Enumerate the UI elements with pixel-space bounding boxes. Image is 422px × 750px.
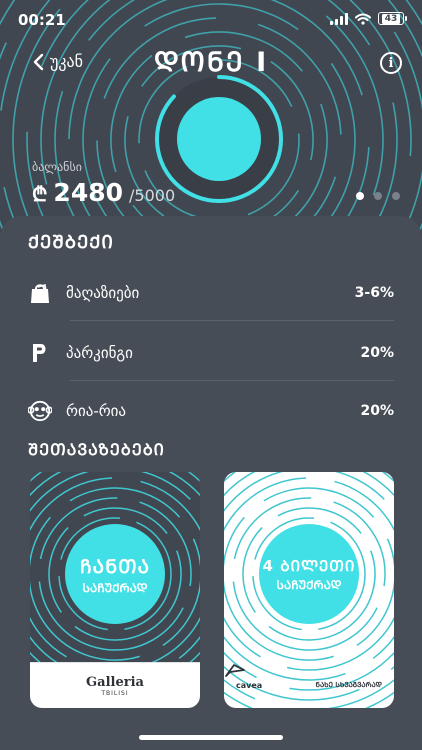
galleria-logo: Galleria TBILISI [86,675,144,697]
level-indicator-circle [177,97,261,181]
parking-icon [28,341,52,365]
offer-subtitle: ᲡᲐᲩᲣᲥᲠᲐᲓ [276,577,342,592]
cavea-tagline: ᲜᲐᲮᲔ ᲡᲮᲕᲐᲒᲕᲐᲠᲐᲓ [315,681,382,689]
cashback-row-ria-ria[interactable]: რია-რია 20% [28,382,394,440]
wifi-icon [355,13,371,25]
offer-subtitle: ᲡᲐᲩᲣᲥᲠᲐᲓ [82,580,148,595]
offer-title: 4 ᲑᲘᲚᲔᲗᲘ [262,556,356,575]
cashback-label: რია-რია [66,402,127,420]
balance-amount: 2480 [53,178,124,207]
offer-title: ᲩᲐᲜᲗᲐ [79,555,151,578]
header: 00:21 43 უკან ᲓᲝᲜᲔ I i ბალანსი ₾ 2480 /5… [0,0,422,230]
offer-card-cavea[interactable]: 4 ᲑᲘᲚᲔᲗᲘ ᲡᲐᲩᲣᲥᲠᲐᲓ cavea ᲜᲐᲮᲔ ᲡᲮᲕᲐᲒᲕᲐᲠᲐᲓ [224,472,394,708]
page-dot[interactable] [356,192,364,200]
home-indicator [139,735,283,740]
info-icon[interactable]: i [380,52,402,74]
cashback-row-shops[interactable]: მაღაზიები 3-6% [28,264,394,322]
cashback-value: 20% [360,345,394,361]
monkey-icon [28,399,52,423]
galleria-brand: Galleria [86,674,144,690]
shopping-bag-icon [28,281,52,305]
content-sheet: ᲥᲔᲨᲑᲔᲥᲘ მაღაზიები 3-6% პარკინგი 20% რია-… [0,216,422,750]
divider [70,320,394,321]
page-dot[interactable] [374,192,382,200]
cashback-row-parking[interactable]: პარკინგი 20% [28,324,394,382]
cavea-icon [225,664,245,677]
galleria-sub: TBILISI [101,689,129,697]
cavea-logo: cavea [225,664,263,690]
cashback-title: ᲥᲔᲨᲑᲔᲥᲘ [28,232,114,253]
battery-level: 43 [381,13,401,24]
page-dot[interactable] [392,192,400,200]
offer-card-galleria[interactable]: ᲩᲐᲜᲗᲐ ᲡᲐᲩᲣᲥᲠᲐᲓ Galleria TBILISI [30,472,200,708]
offer-badge: ᲩᲐᲜᲗᲐ ᲡᲐᲩᲣᲥᲠᲐᲓ [65,524,165,624]
cashback-value: 20% [360,403,394,419]
status-bar: 00:21 43 [0,0,422,40]
divider [70,380,394,381]
balance: ₾ 2480 /5000 [32,178,175,207]
cashback-value: 3-6% [354,285,394,301]
card-footer: cavea ᲜᲐᲮᲔ ᲡᲮᲕᲐᲒᲕᲐᲠᲐᲓ [224,662,394,708]
signal-icon [330,12,348,25]
card-footer: Galleria TBILISI [30,662,200,708]
cavea-brand: cavea [236,680,263,690]
offers-title: ᲨᲔᲗᲐᲕᲐᲖᲔᲑᲔᲑᲘ [28,440,165,459]
status-time: 00:21 [18,11,66,29]
cashback-label: პარკინგი [66,344,133,362]
balance-max: /5000 [129,186,176,205]
battery-icon: 43 [378,12,407,25]
page-indicator [356,192,400,200]
offer-badge: 4 ᲑᲘᲚᲔᲗᲘ ᲡᲐᲩᲣᲥᲠᲐᲓ [259,524,359,624]
cashback-label: მაღაზიები [66,284,140,302]
currency-symbol: ₾ [32,182,48,206]
balance-label: ბალანსი [32,160,82,174]
